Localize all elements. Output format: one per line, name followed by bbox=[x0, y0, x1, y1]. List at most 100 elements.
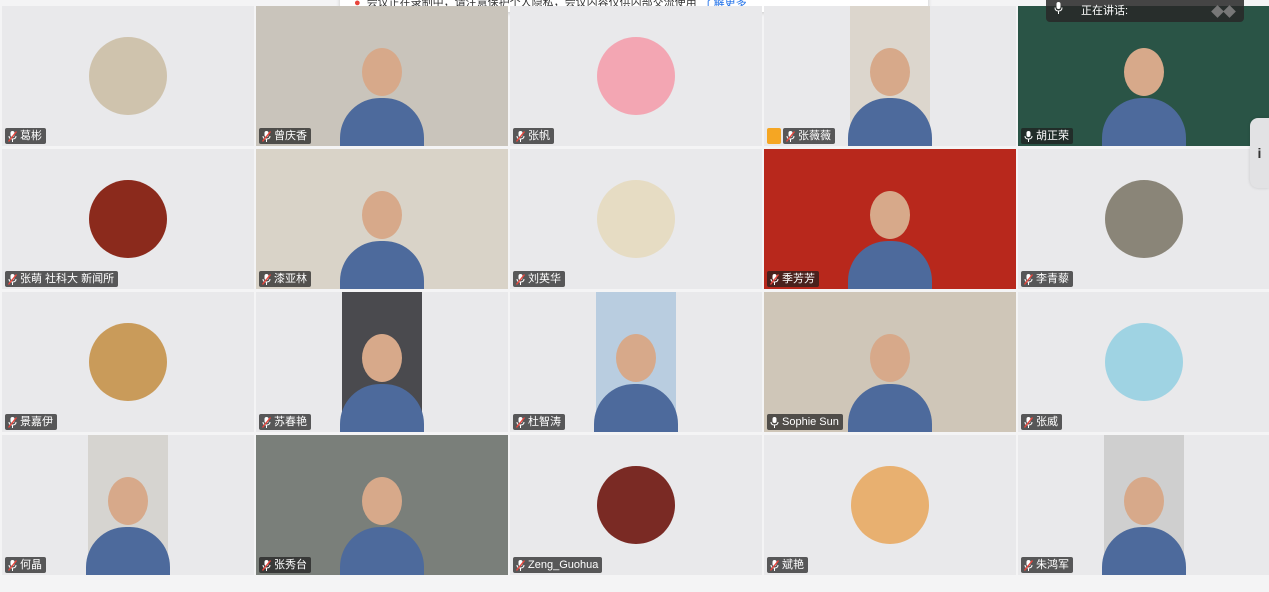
participant-video bbox=[256, 149, 508, 289]
participant-name: 杜智涛 bbox=[528, 416, 561, 428]
participant-name-tag: 何晶 bbox=[5, 557, 46, 573]
mic-muted-icon bbox=[1024, 273, 1033, 285]
participant-tile[interactable]: 刘英华 bbox=[510, 149, 762, 289]
mic-muted-icon bbox=[770, 559, 779, 571]
video-person-silhouette bbox=[340, 191, 424, 289]
participant-name-tag: 季芳芳 bbox=[767, 271, 819, 287]
participant-name-tag: 漆亚林 bbox=[259, 271, 311, 287]
participant-tile[interactable]: 胡正荣 bbox=[1018, 6, 1269, 146]
participant-video bbox=[764, 292, 1016, 432]
participant-video bbox=[256, 6, 508, 146]
participant-name: 曾庆香 bbox=[274, 130, 307, 142]
participant-name: 葛彬 bbox=[20, 130, 42, 142]
participant-avatar bbox=[89, 37, 167, 115]
participant-tile[interactable]: 张威 bbox=[1018, 292, 1269, 432]
mic-muted-icon bbox=[262, 416, 271, 428]
participant-tile[interactable]: 何晶 bbox=[2, 435, 254, 575]
participant-name: 胡正荣 bbox=[1036, 130, 1069, 142]
mic-muted-icon bbox=[516, 273, 525, 285]
participant-tile[interactable]: 张帆 bbox=[510, 6, 762, 146]
mic-muted-icon bbox=[262, 559, 271, 571]
participant-name-tag: 葛彬 bbox=[5, 128, 46, 144]
participant-avatar bbox=[1105, 323, 1183, 401]
participant-name-tag: 景嘉伊 bbox=[5, 414, 57, 430]
side-panel-handle[interactable]: i bbox=[1250, 118, 1269, 188]
participant-tile[interactable]: 景嘉伊 bbox=[2, 292, 254, 432]
participant-tile[interactable]: 张秀台 bbox=[256, 435, 508, 575]
mic-icon bbox=[770, 416, 779, 428]
participant-name: 何晶 bbox=[20, 559, 42, 571]
participant-name-tag: 张萌 社科大 新闻所 bbox=[5, 271, 119, 287]
participant-avatar bbox=[597, 180, 675, 258]
participant-name: 张帆 bbox=[528, 130, 550, 142]
participant-name-tag: 斌艳 bbox=[767, 557, 808, 573]
participant-avatar bbox=[851, 466, 929, 544]
mic-muted-icon bbox=[8, 273, 17, 285]
participant-tile[interactable]: 朱鸿军 bbox=[1018, 435, 1269, 575]
video-person-silhouette bbox=[340, 334, 424, 432]
participant-name: 刘英华 bbox=[528, 273, 561, 285]
participant-tile[interactable]: Zeng_Guohua bbox=[510, 435, 762, 575]
participant-name: 斌艳 bbox=[782, 559, 804, 571]
participant-tile[interactable]: Sophie Sun bbox=[764, 292, 1016, 432]
participant-name-tag: Zeng_Guohua bbox=[513, 557, 603, 573]
mic-icon bbox=[1024, 130, 1033, 142]
participant-tile[interactable]: 张萌 社科大 新闻所 bbox=[2, 149, 254, 289]
video-person-silhouette bbox=[848, 191, 932, 289]
participant-avatar bbox=[597, 466, 675, 544]
participant-avatar bbox=[89, 180, 167, 258]
participant-video bbox=[764, 149, 1016, 289]
participant-tile[interactable]: 李青藜 bbox=[1018, 149, 1269, 289]
participant-tile[interactable]: 曾庆香 bbox=[256, 6, 508, 146]
participant-tile[interactable]: 苏春艳 bbox=[256, 292, 508, 432]
participant-name: 张萌 社科大 新闻所 bbox=[20, 273, 115, 285]
bottom-toolbar-strip bbox=[0, 580, 1269, 592]
video-person-silhouette bbox=[86, 477, 170, 575]
mic-muted-icon bbox=[516, 559, 525, 571]
mic-muted-icon bbox=[1024, 416, 1033, 428]
video-person-silhouette bbox=[1102, 48, 1186, 146]
participant-video bbox=[594, 292, 678, 432]
video-person-silhouette bbox=[1102, 477, 1186, 575]
participant-name: Zeng_Guohua bbox=[528, 559, 599, 571]
mic-muted-icon bbox=[8, 416, 17, 428]
participant-name: Sophie Sun bbox=[782, 416, 839, 428]
participant-name-tag: 张威 bbox=[1021, 414, 1062, 430]
mic-muted-icon bbox=[8, 130, 17, 142]
participant-tile[interactable]: 杜智涛 bbox=[510, 292, 762, 432]
mic-muted-icon bbox=[770, 273, 779, 285]
mic-muted-icon bbox=[8, 559, 17, 571]
participant-video bbox=[86, 435, 170, 575]
mic-muted-icon bbox=[262, 273, 271, 285]
video-person-silhouette bbox=[340, 477, 424, 575]
participant-tile[interactable]: 张薇薇 bbox=[764, 6, 1016, 146]
participant-avatar bbox=[89, 323, 167, 401]
participant-name: 漆亚林 bbox=[274, 273, 307, 285]
participant-name: 季芳芳 bbox=[782, 273, 815, 285]
participant-tile[interactable]: 季芳芳 bbox=[764, 149, 1016, 289]
participant-name-tag: Sophie Sun bbox=[767, 414, 843, 430]
participant-name: 朱鸿军 bbox=[1036, 559, 1069, 571]
participant-name: 张薇薇 bbox=[798, 130, 831, 142]
participant-video bbox=[256, 435, 508, 575]
mic-muted-icon bbox=[516, 130, 525, 142]
participant-name-tag: 李青藜 bbox=[1021, 271, 1073, 287]
participant-tile[interactable]: 斌艳 bbox=[764, 435, 1016, 575]
participant-tile[interactable]: 漆亚林 bbox=[256, 149, 508, 289]
participant-name-tag: 张秀台 bbox=[259, 557, 311, 573]
participant-name: 李青藜 bbox=[1036, 273, 1069, 285]
participant-name: 张威 bbox=[1036, 416, 1058, 428]
speaker-expand-icon[interactable] bbox=[1211, 4, 1236, 18]
speaker-mic-icon bbox=[1054, 1, 1063, 21]
mic-muted-icon bbox=[786, 130, 795, 142]
mic-muted-icon bbox=[516, 416, 525, 428]
participant-name-tag: 苏春艳 bbox=[259, 414, 311, 430]
participant-video bbox=[1018, 6, 1269, 146]
video-person-silhouette bbox=[594, 334, 678, 432]
participant-name-tag: 胡正荣 bbox=[1021, 128, 1073, 144]
participant-name-tag: 张薇薇 bbox=[783, 128, 835, 144]
video-person-silhouette bbox=[848, 48, 932, 146]
participant-tile[interactable]: 葛彬 bbox=[2, 6, 254, 146]
participant-name-tag: 朱鸿军 bbox=[1021, 557, 1073, 573]
mic-muted-icon bbox=[1024, 559, 1033, 571]
